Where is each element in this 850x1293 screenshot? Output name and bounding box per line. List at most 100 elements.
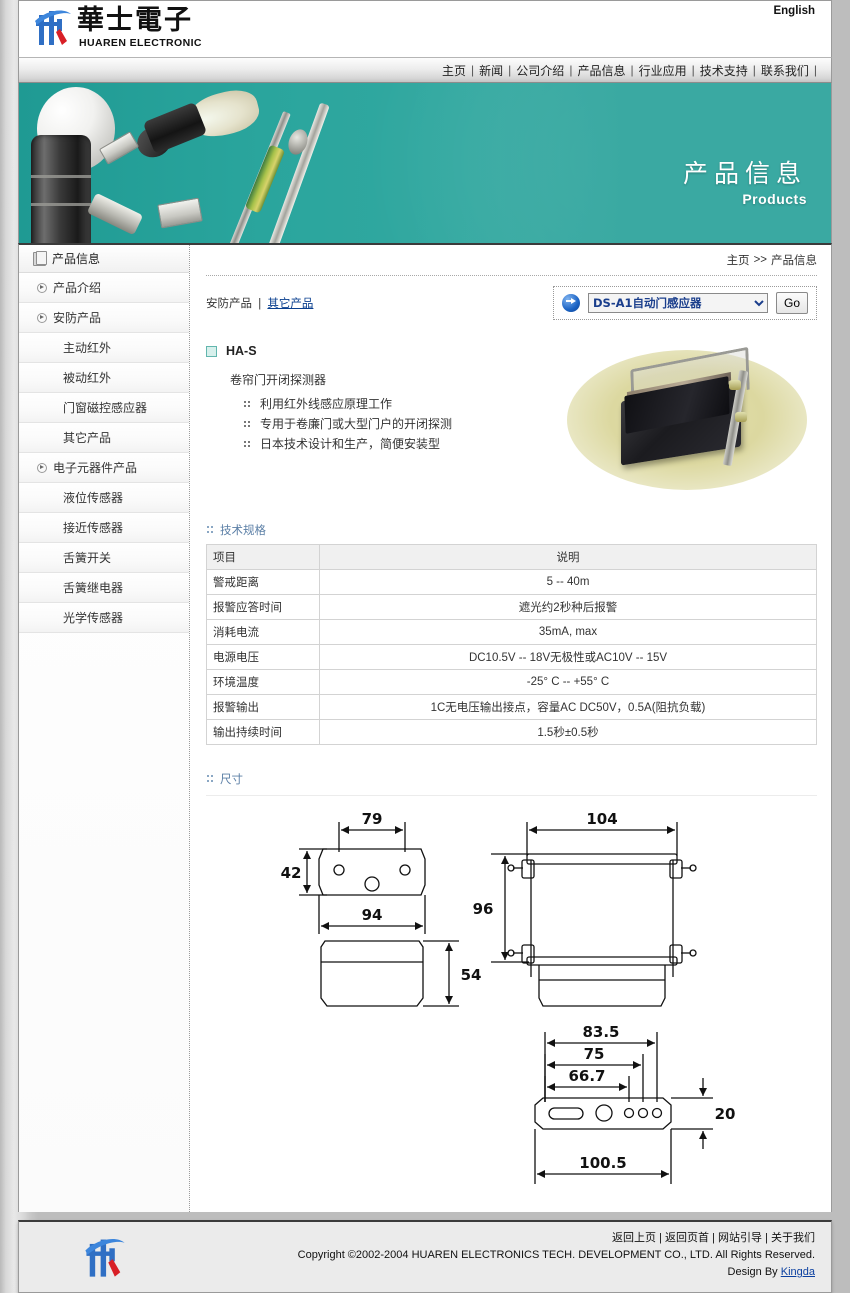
category-divider: | <box>258 298 262 310</box>
spec-item: 报警输出 <box>206 694 320 720</box>
sidebar-item-security-products[interactable]: 安防产品 <box>19 303 189 333</box>
product-title-row: HA-S <box>206 344 549 358</box>
arrow-circle-icon <box>37 282 47 293</box>
footer-separator: | <box>659 1232 662 1244</box>
footer-separator: | <box>712 1232 715 1244</box>
footer-copyright: Copyright ©2002-2004 HUAREN ELECTRONICS … <box>297 1249 815 1261</box>
banner-capacitor-band <box>31 203 91 206</box>
nav-item-products[interactable]: 产品信息 <box>572 62 630 79</box>
site-header: 華士電子 HUAREN ELECTRONIC English <box>18 0 832 57</box>
spec-value: 遮光约2秒种后报警 <box>319 594 817 620</box>
dim-label-75: 75 <box>583 1045 604 1063</box>
dim-label-20: 20 <box>714 1105 735 1123</box>
nav-item-news[interactable]: 新闻 <box>474 62 508 79</box>
table-header-row: 项目 说明 <box>206 544 817 570</box>
sidebar-item-label: 安防产品 <box>53 311 102 325</box>
sidebar-item-label: 其它产品 <box>63 431 112 445</box>
footer-design-by: Design By Kingda <box>298 1264 815 1281</box>
table-row: 报警输出 1C无电压输出接点，容量AC DC50V，0.5A(阻抗负载) <box>206 694 817 720</box>
sidebar-item-optical-sensor[interactable]: 光学传感器 <box>19 603 189 633</box>
sidebar-item-label: 门窗磁控感应器 <box>63 401 148 415</box>
subnav-row: 安防产品 | 其它产品 DS-A1自动门感应器 Go <box>206 276 817 328</box>
category-path: 安防产品 | 其它产品 <box>206 295 313 311</box>
sidebar-item-reed-relay[interactable]: 舌簧继电器 <box>19 573 189 603</box>
logo-text-en: HUAREN ELECTRONIC <box>79 37 202 49</box>
dim-label-94: 94 <box>361 906 382 924</box>
sidebar-item-label: 被动红外 <box>63 371 112 385</box>
footer-link-about[interactable]: 关于我们 <box>771 1232 815 1244</box>
content-area: 产品信息 产品介绍 安防产品 主动红外 被动红外 门窗磁控感应器 其它产品 电子… <box>18 243 832 1212</box>
product-selector: DS-A1自动门感应器 Go <box>553 286 817 320</box>
dim-label-96: 96 <box>472 900 493 918</box>
banner-capacitor-image <box>31 135 91 243</box>
sidebar-item-passive-infrared[interactable]: 被动红外 <box>19 363 189 393</box>
sidebar-item-label: 接近传感器 <box>63 521 124 535</box>
dimension-drawing: 79 42 94 54 104 96 83.5 75 66.7 20 100.5 <box>206 795 817 1202</box>
sidebar-item-product-intro[interactable]: 产品介绍 <box>19 273 189 303</box>
product-adjust-knob <box>729 380 741 390</box>
sidebar-item-label: 光学传感器 <box>63 611 124 625</box>
footer-link-top[interactable]: 返回页首 <box>665 1232 709 1244</box>
main-panel: 主页 >> 产品信息 安防产品 | 其它产品 DS-A1自动门感应器 Go HA… <box>190 245 831 1212</box>
sidebar-item-proximity-sensor[interactable]: 接近传感器 <box>19 513 189 543</box>
banner-capacitor-band <box>31 175 91 178</box>
footer-link-sitemap[interactable]: 网站引导 <box>718 1232 762 1244</box>
sidebar-item-electronic-components[interactable]: 电子元器件产品 <box>19 453 189 483</box>
nav-item-about[interactable]: 公司介绍 <box>511 62 569 79</box>
sidebar-item-reed-switch[interactable]: 舌簧开关 <box>19 543 189 573</box>
dim-label-66-7: 66.7 <box>568 1067 605 1085</box>
spec-value: -25° C -- +55° C <box>319 669 817 695</box>
nav-item-support[interactable]: 技术支持 <box>695 62 753 79</box>
table-row: 报警应答时间 遮光约2秒种后报警 <box>206 594 817 620</box>
sidebar-item-active-infrared[interactable]: 主动红外 <box>19 333 189 363</box>
product-adjust-knob <box>735 412 747 422</box>
product-subtitle: 卷帘门开闭探测器 <box>230 373 327 387</box>
dim-label-104: 104 <box>586 810 617 828</box>
spec-item: 环境温度 <box>206 669 320 695</box>
spec-item: 电源电压 <box>206 644 320 670</box>
spec-section-heading: 技术规格 <box>206 522 817 538</box>
breadcrumb: 主页 >> 产品信息 <box>206 245 817 275</box>
go-button[interactable]: Go <box>776 292 808 314</box>
spec-table: 项目 说明 警戒距离 5 -- 40m 报警应答时间 遮光约2秒种后报警 消耗电… <box>206 544 817 745</box>
english-language-link[interactable]: English <box>773 5 815 17</box>
list-item: 专用于卷廉门或大型门户的开闭探测 <box>244 414 549 434</box>
sidebar-item-door-window-magnetic[interactable]: 门窗磁控感应器 <box>19 393 189 423</box>
nav-item-applications[interactable]: 行业应用 <box>634 62 692 79</box>
nav-item-home[interactable]: 主页 <box>437 62 471 79</box>
arrow-right-icon <box>562 294 580 312</box>
site-logo[interactable]: 華士電子 HUAREN ELECTRONIC <box>33 5 202 49</box>
spec-value: DC10.5V -- 18V无极性或AC10V -- 15V <box>319 644 817 670</box>
square-bullet-icon <box>206 345 217 357</box>
sidebar-item-level-sensor[interactable]: 液位传感器 <box>19 483 189 513</box>
spec-item: 警戒距离 <box>206 569 320 595</box>
main-navigation: 主页 | 新闻 | 公司介绍 | 产品信息 | 行业应用 | 技术支持 | 联系… <box>18 57 832 83</box>
subcategory-link[interactable]: 其它产品 <box>267 298 313 310</box>
table-row: 环境温度 -25° C -- +55° C <box>206 669 817 695</box>
spec-value: 5 -- 40m <box>319 569 817 595</box>
table-row: 警戒距离 5 -- 40m <box>206 569 817 595</box>
spec-item: 报警应答时间 <box>206 594 320 620</box>
nav-item-contact[interactable]: 联系我们 <box>756 62 814 79</box>
sidebar-item-label: 产品介绍 <box>53 281 102 295</box>
dim-label-42: 42 <box>280 864 301 882</box>
product-model: HA-S <box>226 344 257 358</box>
sidebar: 产品信息 产品介绍 安防产品 主动红外 被动红外 门窗磁控感应器 其它产品 电子… <box>19 245 190 1212</box>
arrow-circle-icon <box>37 312 47 323</box>
logo-text-cn: 華士電子 <box>77 5 193 36</box>
breadcrumb-home-link[interactable]: 主页 <box>727 252 750 268</box>
category-label: 安防产品 <box>206 298 252 310</box>
column-header-description: 说明 <box>319 544 817 570</box>
product-summary: HA-S 卷帘门开闭探测器 利用红外线感应原理工作 专用于卷廉门或大型门户的开闭… <box>206 328 817 496</box>
spec-value: 1C无电压输出接点，容量AC DC50V，0.5A(阻抗负载) <box>319 694 817 720</box>
product-details: HA-S 卷帘门开闭探测器 利用红外线感应原理工作 专用于卷廉门或大型门户的开闭… <box>206 344 549 496</box>
sidebar-item-other-products[interactable]: 其它产品 <box>19 423 189 453</box>
sidebar-item-label: 舌簧开关 <box>63 551 112 565</box>
banner-title-cn: 产品信息 <box>682 159 807 188</box>
sidebar-item-label: 舌簧继电器 <box>63 581 124 595</box>
list-item: 日本技术设计和生产，简便安装型 <box>244 434 549 454</box>
product-photo <box>559 344 817 496</box>
product-select[interactable]: DS-A1自动门感应器 <box>588 293 768 313</box>
footer-link-back[interactable]: 返回上页 <box>612 1232 656 1244</box>
dim-label-100-5: 100.5 <box>579 1154 626 1172</box>
